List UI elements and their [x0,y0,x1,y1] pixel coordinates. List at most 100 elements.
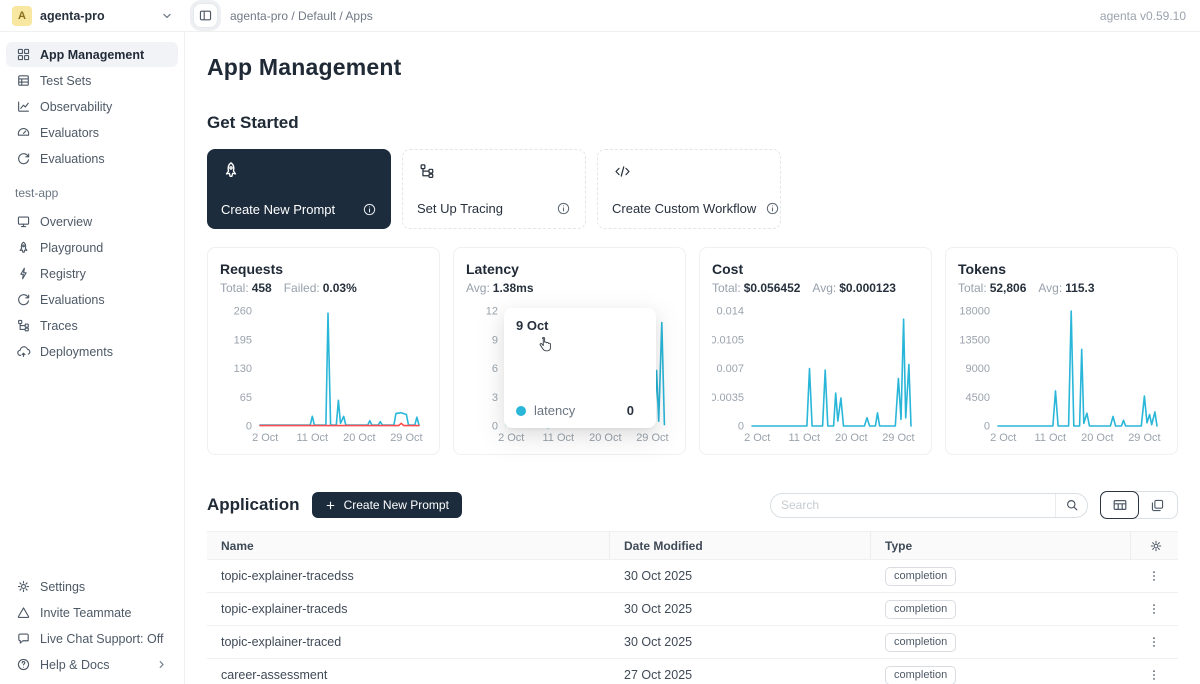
tooltip-date: 9 Oct [516,318,644,333]
column-header-type: Type [871,532,1131,559]
sidebar-item-evaluations-app[interactable]: Evaluations [6,287,178,312]
sidebar-item-label: Invite Teammate [40,606,131,620]
cost-chart[interactable]: 0.0140.01050.0070.003502 Oct11 Oct20 Oct… [712,304,919,444]
table-row[interactable]: topic-explainer-traced 30 Oct 2025 compl… [207,626,1178,659]
row-menu-button[interactable] [1146,568,1162,584]
requests-chart-card: Requests Total:458 Failed:0.03% 26019513… [207,247,440,455]
table-row[interactable]: topic-explainer-tracedss 30 Oct 2025 com… [207,560,1178,593]
svg-text:18000: 18000 [959,306,990,318]
svg-text:9000: 9000 [966,363,990,375]
chevron-right-icon [153,657,169,673]
application-heading: Application [207,495,300,515]
info-icon[interactable] [555,200,571,216]
question-icon [15,657,31,673]
view-toggle [1100,491,1178,519]
sidebar-item-label: Observability [40,100,112,114]
table-row[interactable]: career-assessment 27 Oct 2025 completion [207,659,1178,684]
series-dot [516,406,526,416]
svg-text:13500: 13500 [959,334,990,346]
search-icon[interactable] [1055,494,1087,517]
row-menu-button[interactable] [1146,634,1162,650]
row-menu-button[interactable] [1146,667,1162,683]
create-new-prompt-card[interactable]: Create New Prompt [207,149,391,229]
svg-text:2 Oct: 2 Oct [252,432,278,444]
svg-text:0: 0 [246,421,252,433]
app-type-badge: completion [885,666,956,684]
sidebar-item-settings[interactable]: Settings [6,574,178,599]
arrows-clockwise-icon [15,151,31,167]
app-type-badge: completion [885,600,956,619]
app-date-modified: 30 Oct 2025 [610,602,871,616]
sidebar-toggle-button[interactable] [193,3,218,28]
sidebar-item-help-docs[interactable]: Help & Docs [6,652,178,677]
sidebar: App Management Test Sets Observability E… [0,32,185,684]
svg-text:65: 65 [240,392,252,404]
sidebar-item-invite-teammate[interactable]: Invite Teammate [6,600,178,625]
table-view-icon [1112,497,1128,513]
tokens-chart[interactable]: 18000135009000450002 Oct11 Oct20 Oct29 O… [958,304,1165,444]
sidebar-item-traces[interactable]: Traces [6,313,178,338]
sidebar-item-registry[interactable]: Registry [6,261,178,286]
svg-text:29 Oct: 29 Oct [1128,432,1160,444]
sidebar-item-label: Overview [40,215,92,229]
svg-text:0: 0 [984,421,990,433]
sidebar-item-live-chat-support[interactable]: Live Chat Support: Off [6,626,178,651]
app-type-badge: completion [885,567,956,586]
svg-text:2 Oct: 2 Oct [990,432,1016,444]
create-custom-workflow-card[interactable]: Create Custom Workflow [597,149,781,229]
column-header-name: Name [207,532,610,559]
info-icon[interactable] [764,200,780,216]
svg-text:20 Oct: 20 Oct [1081,432,1113,444]
svg-text:195: 195 [234,334,252,346]
svg-text:20 Oct: 20 Oct [589,432,621,444]
svg-text:0: 0 [492,421,498,433]
table-view-button[interactable] [1100,491,1139,519]
sidebar-item-playground[interactable]: Playground [6,235,178,260]
sidebar-item-overview[interactable]: Overview [6,209,178,234]
chart-title: Tokens [958,261,1165,277]
table-icon [15,73,31,89]
card-label: Create Custom Workflow [612,201,756,216]
sidebar-item-label: Help & Docs [40,658,109,672]
sidebar-item-label: Evaluations [40,152,105,166]
workspace-avatar: A [12,6,32,26]
app-version: agenta v0.59.10 [1100,9,1200,23]
svg-text:260: 260 [234,306,252,318]
sidebar-item-app-management[interactable]: App Management [6,42,178,67]
set-up-tracing-card[interactable]: Set Up Tracing [402,149,586,229]
card-view-icon [1150,497,1166,513]
tooltip-value: 0 [627,403,644,418]
chart-title: Latency [466,261,673,277]
row-menu-button[interactable] [1146,601,1162,617]
card-view-button[interactable] [1138,492,1177,518]
table-row[interactable]: topic-explainer-traceds 30 Oct 2025 comp… [207,593,1178,626]
sidebar-item-observability[interactable]: Observability [6,94,178,119]
column-settings[interactable] [1131,532,1178,559]
svg-text:2 Oct: 2 Oct [498,432,524,444]
svg-text:0.007: 0.007 [716,363,744,375]
code-icon [612,161,632,181]
cost-chart-card: Cost Total:$0.056452 Avg:$0.000123 0.014… [699,247,932,455]
gear-icon [15,579,31,595]
chart-stats: Total:52,806 Avg:115.3 [958,281,1165,295]
workspace-switcher[interactable]: A agenta-pro [0,6,185,26]
app-section-label: test-app [15,186,169,200]
sidebar-item-label: Live Chat Support: Off [40,632,163,646]
svg-text:29 Oct: 29 Oct [882,432,914,444]
search-input[interactable] [771,498,1055,512]
tooltip-series-label: latency [534,403,575,418]
create-new-prompt-button[interactable]: Create New Prompt [312,492,462,518]
sidebar-item-evaluations[interactable]: Evaluations [6,146,178,171]
breadcrumb[interactable]: agenta-pro / Default / Apps [230,9,373,23]
sidebar-item-evaluators[interactable]: Evaluators [6,120,178,145]
info-icon[interactable] [361,201,377,217]
search-box [770,493,1088,518]
sidebar-item-deployments[interactable]: Deployments [6,339,178,364]
svg-text:29 Oct: 29 Oct [636,432,668,444]
svg-text:4500: 4500 [966,392,990,404]
svg-text:20 Oct: 20 Oct [343,432,375,444]
requests-chart[interactable]: 2601951306502 Oct11 Oct20 Oct29 Oct [220,304,427,444]
sidebar-item-test-sets[interactable]: Test Sets [6,68,178,93]
chart-tooltip: 9 Oct latency 0 [504,308,656,428]
app-name: topic-explainer-traced [207,635,610,649]
